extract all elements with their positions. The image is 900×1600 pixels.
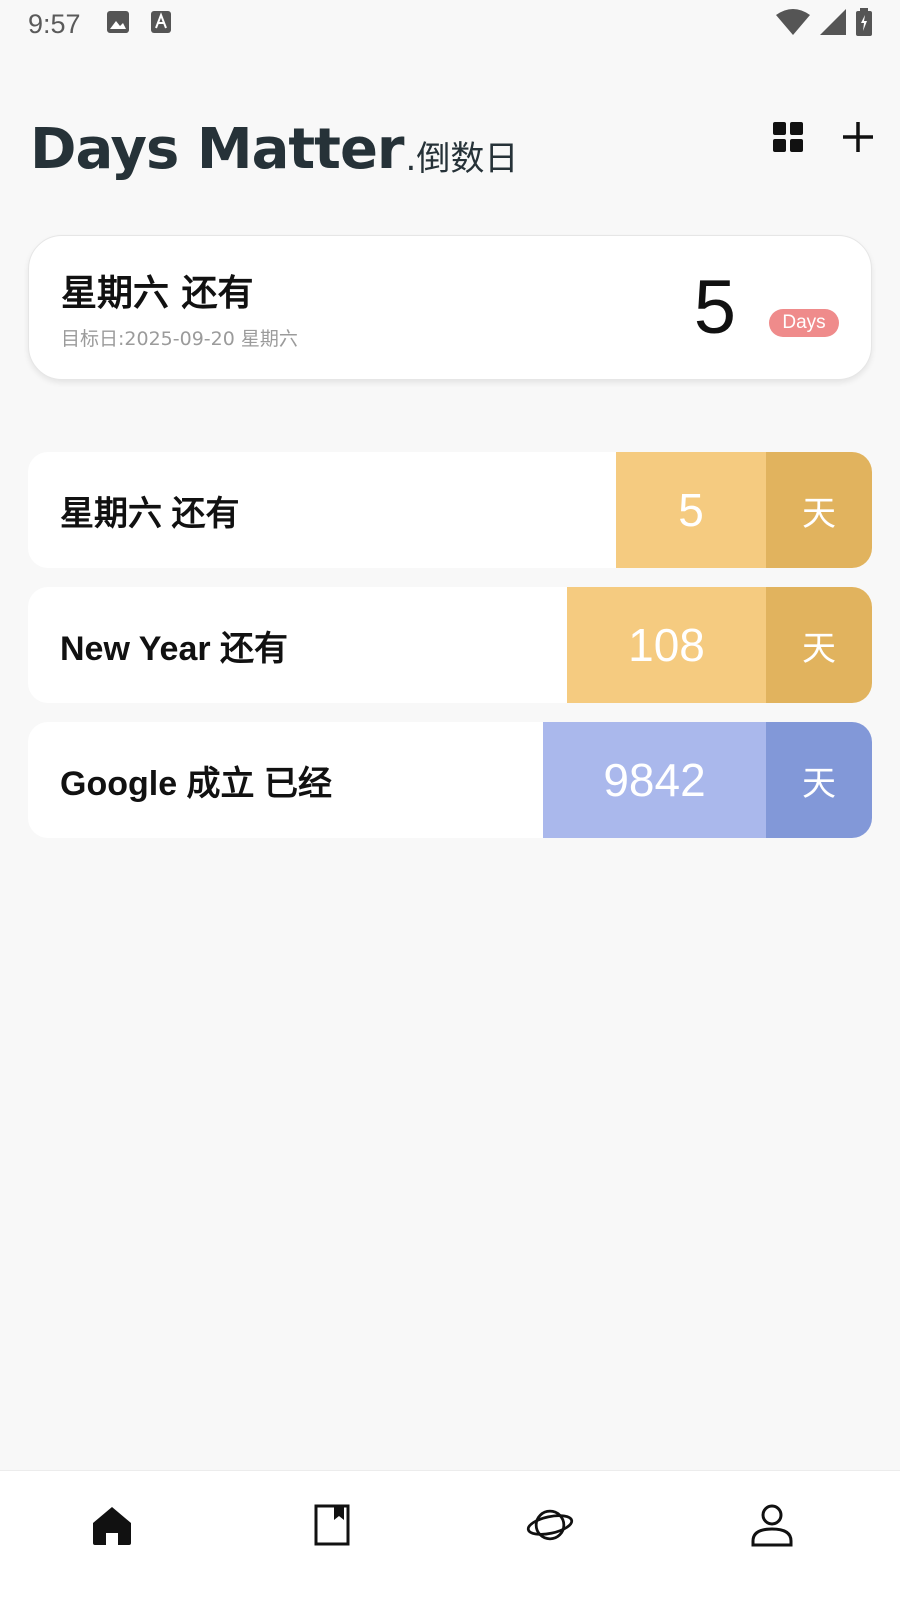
featured-event-date: 目标日:2025-09-20 星期六 [61,328,298,350]
battery-icon [856,8,872,40]
header-actions [771,120,875,154]
days-badge: Days [769,309,839,337]
profile-icon [751,1504,793,1547]
event-unit: 天 [766,722,872,838]
event-count: 108 [567,587,766,703]
planet-icon [526,1509,574,1541]
signal-icon [820,9,846,39]
nav-discover[interactable] [526,1501,574,1549]
app-header: Days Matter .倒数日 [30,108,875,178]
featured-event-count: 5 [693,265,736,350]
status-right-icons [776,8,872,40]
event-row[interactable]: New Year 还有 108 天 [28,587,872,703]
status-bar: 9:57 [0,0,900,48]
nav-bookmark[interactable] [308,1501,356,1549]
bottom-nav [0,1470,900,1600]
bookmark-icon [314,1504,350,1546]
event-count: 5 [616,452,766,568]
grid-view-button[interactable] [771,120,805,154]
event-title: 星期六 还有 [60,494,240,533]
status-time: 9:57 [28,8,81,39]
event-row[interactable]: 星期六 还有 5 天 [28,452,872,568]
featured-event-title: 星期六 还有 [61,273,254,314]
event-unit: 天 [766,452,872,568]
wifi-icon [776,9,810,39]
event-title: New Year 还有 [60,629,289,668]
featured-event-card[interactable]: 星期六 还有 目标日:2025-09-20 星期六 5 Days [28,235,872,380]
event-unit: 天 [766,587,872,703]
event-row[interactable]: Google 成立 已经 9842 天 [28,722,872,838]
home-icon [93,1507,131,1545]
app-title: Days Matter [30,117,405,182]
add-event-button[interactable] [841,120,875,154]
grid-icon [773,122,803,152]
plus-icon [843,122,873,152]
event-count: 9842 [543,722,766,838]
event-title: Google 成立 已经 [60,764,332,803]
nav-home[interactable] [88,1501,136,1549]
nav-profile[interactable] [748,1501,796,1549]
text-a-icon [150,11,171,37]
image-icon [106,11,129,37]
status-left-icons [106,11,171,37]
app-subtitle: .倒数日 [405,139,519,179]
